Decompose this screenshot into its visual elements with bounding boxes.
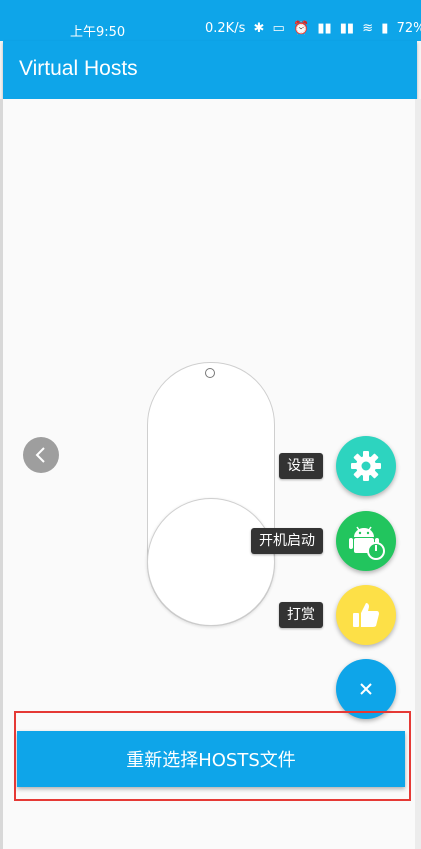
- app-title: Virtual Hosts: [19, 57, 138, 80]
- net-speed: 0.2K/s: [205, 21, 246, 36]
- status-icons: 0.2K/s ✱ ▭ ⏰ ▮▮ ▮▮ ≋ ▮ 72%: [205, 21, 421, 36]
- fab-label-settings[interactable]: 设置: [279, 453, 323, 479]
- bluetooth-icon: ✱: [253, 21, 265, 36]
- wifi-icon: ≋: [362, 21, 374, 36]
- battery-icon: ▮: [381, 21, 389, 36]
- vibrate-icon: ▭: [272, 21, 285, 36]
- chevron-left-icon: [35, 447, 45, 463]
- settings-fab[interactable]: [336, 436, 396, 496]
- thumbs-up-icon: [353, 603, 379, 627]
- status-time: 上午9:50: [70, 25, 126, 40]
- battery-level: 72%: [396, 21, 421, 36]
- highlight-box: [14, 711, 411, 801]
- boot-start-fab[interactable]: [336, 511, 396, 571]
- status-bar: 上午9:50 0.2K/s ✱ ▭ ⏰ ▮▮ ▮▮ ≋ ▮ 72%: [0, 0, 421, 41]
- alarm-icon: ⏰: [292, 21, 310, 36]
- android-power-icon: [349, 526, 385, 560]
- right-edge-shadow: [415, 99, 421, 849]
- reward-fab[interactable]: [336, 585, 396, 645]
- fab-menu-toggle[interactable]: [336, 659, 396, 719]
- fab-label-boot-start[interactable]: 开机启动: [251, 528, 323, 554]
- toggle-indicator-dot: [205, 368, 215, 378]
- signal-icon-2: ▮▮: [339, 21, 355, 36]
- vpn-toggle-knob[interactable]: [147, 498, 275, 626]
- back-button[interactable]: [23, 437, 59, 473]
- fab-label-reward[interactable]: 打赏: [279, 602, 323, 628]
- gear-icon: [351, 451, 381, 481]
- signal-icon: ▮▮: [317, 21, 332, 36]
- close-icon: [360, 683, 372, 695]
- app-bar: Virtual Hosts: [3, 41, 417, 99]
